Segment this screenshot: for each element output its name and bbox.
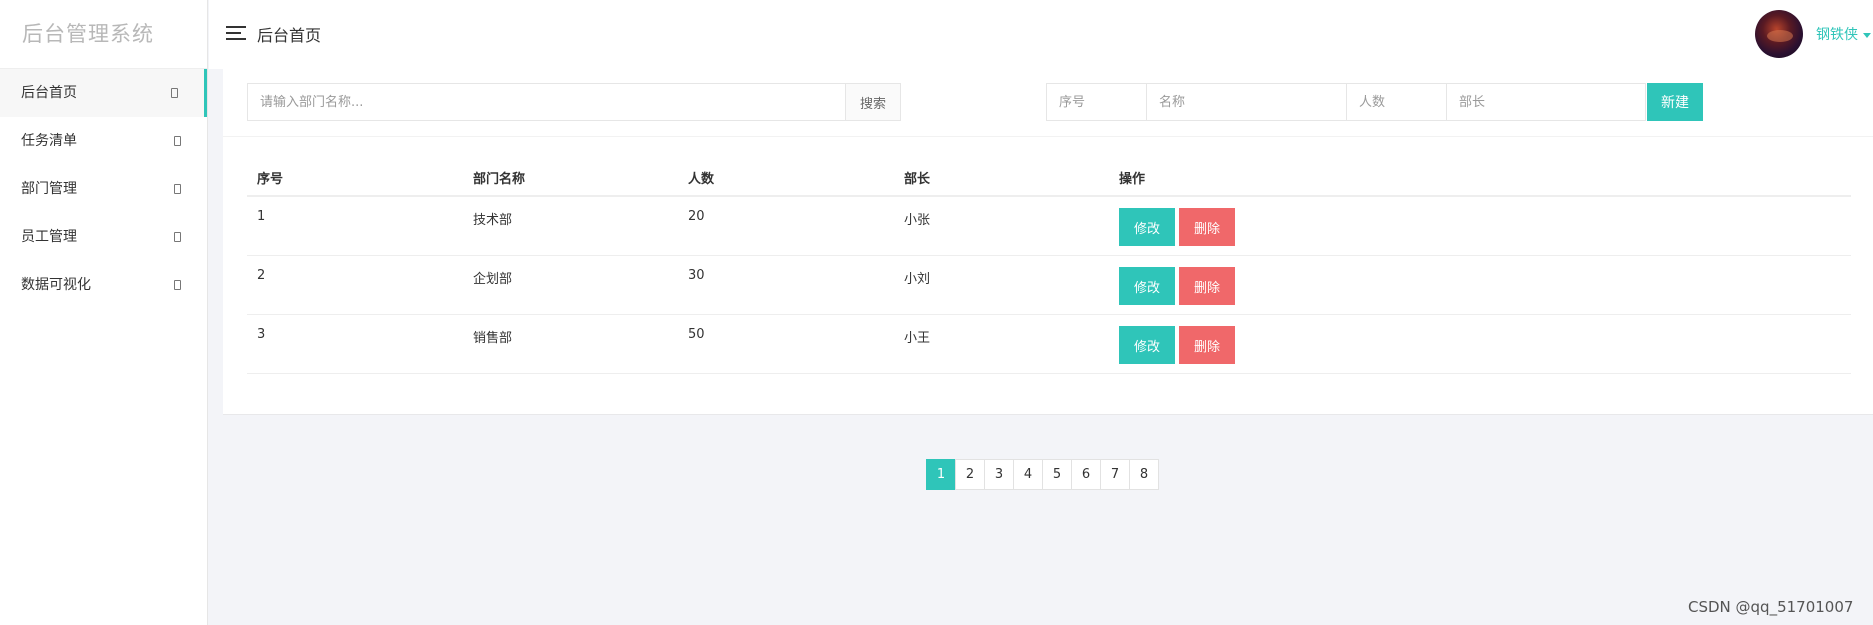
chevron-down-icon [1863,32,1871,38]
new-name-field[interactable] [1146,83,1347,121]
menu-arrow-icon [174,136,181,146]
new-button[interactable]: 新建 [1647,83,1703,121]
menu-arrow-icon [174,184,181,194]
new-no-field[interactable] [1046,83,1147,121]
sidebar-item-label: 后台首页 [21,85,77,101]
search-group: 搜索 [247,83,901,121]
menu-arrow-icon [174,232,181,242]
column-header-count: 人数 [688,172,715,187]
edit-button[interactable]: 修改 [1119,267,1175,305]
page-button-4[interactable]: 4 [1013,459,1043,490]
search-button[interactable]: 搜索 [845,84,900,120]
new-department-form: 新建 [1046,83,1703,121]
edit-button[interactable]: 修改 [1119,208,1175,246]
cell-no: 2 [257,268,266,283]
menu-arrow-icon [174,280,181,290]
edit-button[interactable]: 修改 [1119,326,1175,364]
column-header-head: 部长 [904,172,931,187]
sidebar-item-label: 员工管理 [21,229,77,245]
pagination: 1 2 3 4 5 6 7 8 [926,459,1159,490]
cell-head: 小刘 [904,272,931,287]
new-count-field[interactable] [1346,83,1447,121]
column-header-no: 序号 [257,172,284,187]
page-button-3[interactable]: 3 [984,459,1014,490]
cell-name: 企划部 [473,272,513,287]
delete-button[interactable]: 删除 [1179,326,1235,364]
cell-count: 30 [688,268,705,283]
username-label: 钢铁侠 [1816,27,1858,43]
page-button-6[interactable]: 6 [1071,459,1101,490]
table-row: 2 企划部 30 小刘 修改 删除 [247,256,1851,315]
page-button-8[interactable]: 8 [1129,459,1159,490]
menu-arrow-icon [171,88,178,98]
cell-actions: 修改 删除 [1119,267,1235,305]
sidebar-item-departments[interactable]: 部门管理 [0,165,207,213]
sidebar-item-label: 任务清单 [21,133,77,149]
divider [223,136,1873,137]
hamburger-icon[interactable] [226,25,246,41]
table-row: 1 技术部 20 小张 修改 删除 [247,197,1851,256]
column-header-name: 部门名称 [473,172,526,187]
avatar[interactable] [1755,10,1803,58]
sidebar-item-label: 数据可视化 [21,277,91,293]
page-button-7[interactable]: 7 [1100,459,1130,490]
page-button-5[interactable]: 5 [1042,459,1072,490]
cell-name: 销售部 [473,331,513,346]
sidebar-item-employees[interactable]: 员工管理 [0,213,207,261]
cell-count: 20 [688,209,705,224]
column-header-actions: 操作 [1119,172,1146,187]
page-button-1[interactable]: 1 [926,459,956,490]
sidebar: 后台管理系统 后台首页 任务清单 部门管理 员工管理 数据可视化 [0,0,208,625]
watermark: CSDN @qq_51701007 [1688,598,1854,616]
cell-head: 小张 [904,213,931,228]
sidebar-item-home[interactable]: 后台首页 [0,69,207,117]
sidebar-item-tasks[interactable]: 任务清单 [0,117,207,165]
delete-button[interactable]: 删除 [1179,267,1235,305]
sidebar-item-label: 部门管理 [21,181,77,197]
department-table: 序号 部门名称 人数 部长 操作 1 技术部 20 小张 修改 删除 2 企划部… [247,155,1851,374]
main-panel: 搜索 新建 序号 部门名称 人数 部长 操作 1 技术部 20 小张 修改 删除 [223,69,1873,415]
cell-no: 3 [257,327,266,342]
search-input[interactable] [248,84,845,120]
cell-no: 1 [257,209,266,224]
cell-name: 技术部 [473,213,513,228]
table-row: 3 销售部 50 小王 修改 删除 [247,315,1851,374]
page-button-2[interactable]: 2 [955,459,985,490]
sidebar-item-data-visualization[interactable]: 数据可视化 [0,261,207,309]
table-header: 序号 部门名称 人数 部长 操作 [247,155,1851,197]
cell-count: 50 [688,327,705,342]
page-title: 后台首页 [257,26,322,45]
app-logo: 后台管理系统 [0,0,207,69]
new-head-field[interactable] [1446,83,1646,121]
top-header: 后台首页 钢铁侠 [209,0,1873,69]
cell-actions: 修改 删除 [1119,326,1235,364]
user-menu[interactable]: 钢铁侠 [1816,24,1871,44]
delete-button[interactable]: 删除 [1179,208,1235,246]
cell-head: 小王 [904,331,931,346]
cell-actions: 修改 删除 [1119,208,1235,246]
